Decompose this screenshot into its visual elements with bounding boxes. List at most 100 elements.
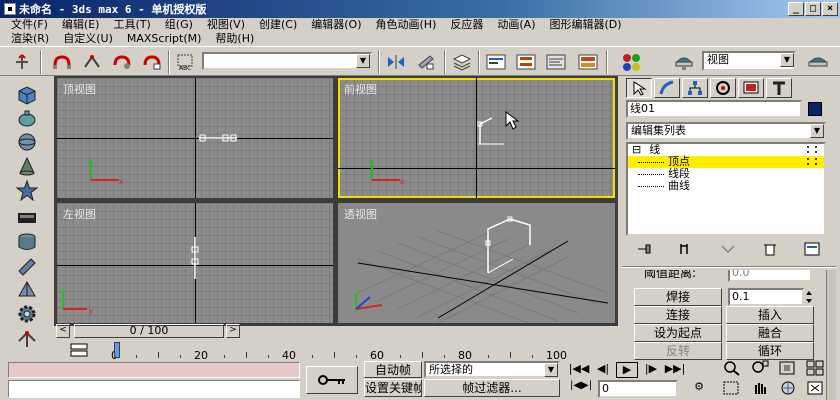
connect-button[interactable]: 连接 (634, 306, 722, 324)
bind-space-warp-icon[interactable] (110, 51, 134, 73)
box-icon[interactable] (12, 82, 42, 106)
select-filter-icon[interactable] (140, 51, 164, 73)
teapot-icon[interactable] (12, 106, 42, 130)
zoom-icon[interactable] (722, 360, 748, 378)
main-menu-item[interactable]: 组(G) (158, 18, 200, 31)
key-mode-icon[interactable] (306, 366, 358, 394)
viewport-label[interactable]: 前视图 (344, 81, 377, 97)
sphere-icon[interactable] (12, 130, 42, 154)
fuse-button[interactable]: 融合 (726, 324, 814, 342)
plane-icon[interactable] (12, 206, 42, 230)
next-frame-icon[interactable]: |▶ (640, 362, 662, 378)
undo-icon[interactable] (10, 51, 34, 73)
set-key-button[interactable]: 设置关键帧 (364, 379, 422, 397)
main-menu-item[interactable]: 动画(A) (490, 18, 542, 31)
zoom-all-icon[interactable] (750, 360, 776, 378)
close-button[interactable]: × (822, 2, 838, 16)
go-to-end-icon[interactable]: ▶▶| (664, 362, 686, 378)
main-menu-item[interactable]: 文件(F) (4, 18, 55, 31)
motion-tab-icon[interactable] (710, 78, 736, 98)
key-filter-combo[interactable]: 所选择的 ▼ (424, 361, 560, 378)
schematic-view-icon[interactable] (514, 51, 538, 73)
frame-display[interactable]: 0 / 100 (74, 324, 224, 338)
main-menu-item[interactable]: 角色动画(H) (369, 18, 444, 31)
play-icon[interactable]: ▶ (616, 362, 638, 378)
main-menu-item[interactable]: MAXScript(M) (120, 32, 209, 45)
main-menu-item[interactable]: 编辑器(O) (304, 18, 368, 31)
show-end-result-icon[interactable] (678, 242, 694, 260)
main-menu-item[interactable]: 编辑(E) (55, 18, 107, 31)
pan-icon[interactable] (750, 380, 776, 398)
time-configuration-icon[interactable]: ⚙ (684, 380, 714, 396)
layer-manager-icon[interactable] (450, 51, 474, 73)
stack-item[interactable]: 线段 (628, 168, 824, 180)
main-menu-item[interactable]: 反应器 (443, 18, 490, 31)
unlink-icon[interactable] (80, 51, 104, 73)
main-menu-item[interactable]: 渲染(R) (4, 32, 56, 45)
main-menu-item[interactable]: 视图(V) (200, 18, 252, 31)
mirror-icon[interactable] (384, 51, 408, 73)
cycle-button[interactable]: 循环 (726, 342, 814, 360)
pyramid-icon[interactable] (12, 278, 42, 302)
main-menu-item[interactable]: 帮助(H) (208, 32, 261, 45)
material-spheres-icon[interactable] (620, 51, 644, 73)
weld-threshold-field[interactable]: 0.1 (728, 288, 804, 306)
spline-left-view[interactable] (187, 233, 203, 283)
previous-frame-icon[interactable]: ◀| (592, 362, 614, 378)
remove-modifier-icon[interactable] (762, 242, 778, 260)
main-menu-item[interactable]: 工具(T) (106, 18, 157, 31)
modifier-list-combo[interactable]: 编辑集列表 ▼ (626, 122, 826, 140)
material-editor-icon[interactable] (544, 51, 568, 73)
configure-sets-icon[interactable] (804, 242, 820, 260)
select-link-icon[interactable] (50, 51, 74, 73)
render-type-combo[interactable]: 视图 ▼ (702, 51, 796, 71)
app-icon[interactable] (4, 3, 16, 15)
named-selection-combo[interactable]: ▼ (202, 52, 372, 70)
align-icon[interactable] (414, 51, 438, 73)
viewport-front[interactable]: 前视图 z x (338, 78, 615, 198)
modify-tab-icon[interactable] (654, 78, 680, 98)
time-slider[interactable]: < 0 / 100 > (54, 324, 244, 338)
cone-icon[interactable] (12, 154, 42, 178)
tube-icon[interactable] (12, 254, 42, 278)
zoom-extents-icon[interactable] (778, 360, 804, 378)
main-menu-item[interactable]: 图形编辑器(D) (542, 18, 628, 31)
field-of-view-icon[interactable] (722, 380, 748, 398)
weld-spinner-arrows-icon[interactable] (804, 288, 814, 306)
collapse-toggle-icon[interactable]: ⊟ (632, 143, 641, 156)
display-tab-icon[interactable] (738, 78, 764, 98)
arc-rotate-icon[interactable] (778, 380, 804, 398)
reverse-button[interactable]: 反转 (634, 342, 722, 360)
utilities-tab-icon[interactable] (766, 78, 792, 98)
stack-item[interactable]: 曲线 (628, 180, 824, 192)
maximize-button[interactable]: □ (805, 2, 821, 16)
zoom-extents-all-icon[interactable] (806, 360, 832, 378)
key-mode-toggle-icon[interactable]: |◀▶| (568, 380, 594, 396)
maximize-viewport-icon[interactable] (806, 380, 832, 398)
viewport-perspective[interactable]: 透视图 (338, 203, 615, 323)
star-icon[interactable] (12, 178, 42, 202)
gear-icon[interactable] (12, 302, 42, 326)
object-color-swatch[interactable] (808, 102, 822, 116)
current-frame-field[interactable]: 0 (598, 380, 678, 398)
time-cursor[interactable] (114, 342, 120, 358)
create-tab-icon[interactable] (626, 78, 652, 98)
quick-render-icon[interactable] (672, 51, 696, 73)
render-scene-icon[interactable] (576, 51, 600, 73)
stack-item[interactable]: 顶点 (628, 156, 824, 168)
auto-key-button[interactable]: 自动帧 (364, 361, 422, 378)
threshold-spinner[interactable]: 0.0 (728, 270, 812, 282)
viewport-top[interactable]: 顶视图 y x (57, 78, 333, 198)
object-name-field[interactable]: 线01 (626, 100, 802, 118)
viewport-label[interactable]: 顶视图 (63, 81, 96, 97)
main-menu-item[interactable]: 自定义(U) (56, 32, 120, 45)
weld-button[interactable]: 焊接 (634, 288, 722, 306)
make-unique-icon[interactable] (720, 242, 736, 260)
main-menu-item[interactable]: 创建(C) (252, 18, 304, 31)
time-slider-prev-icon[interactable]: < (56, 324, 70, 338)
maxscript-listener-field[interactable] (8, 362, 300, 378)
time-slider-next-icon[interactable]: > (226, 324, 240, 338)
timeline-ruler[interactable]: 020406080100 (111, 340, 567, 362)
spline-top-view[interactable] (197, 132, 247, 144)
set-first-vertex-button[interactable]: 设为起点 (634, 324, 722, 342)
